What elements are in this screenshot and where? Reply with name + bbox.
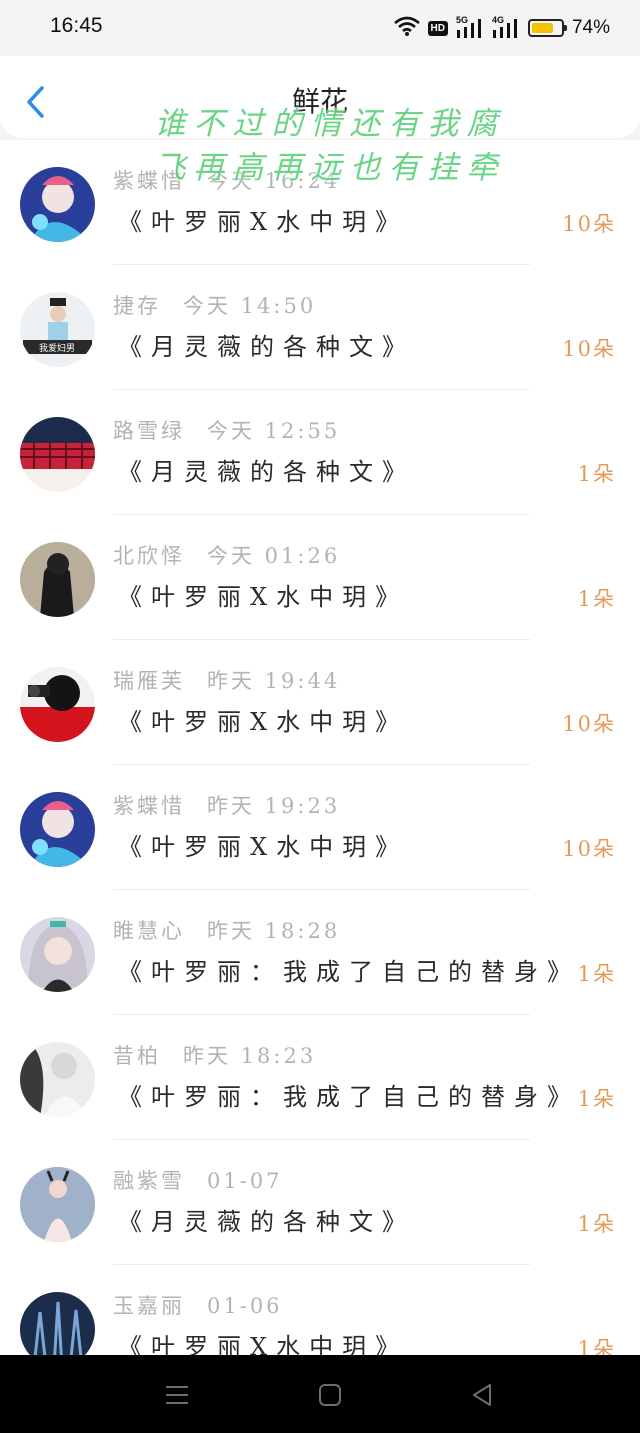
list-item[interactable]: 紫蝶惜 昨天 19:23 《叶罗丽X水中玥》 10朵	[0, 765, 640, 890]
list-item[interactable]: 瑞雁芙 昨天 19:44 《叶罗丽X水中玥》 10朵	[0, 640, 640, 765]
battery-icon	[527, 19, 567, 37]
item-time: 昨天 19:23	[207, 794, 341, 818]
home-icon	[319, 1384, 341, 1406]
item-meta: 紫蝶惜 今天 16:24	[113, 165, 340, 195]
avatar[interactable]	[20, 542, 95, 617]
sender-name: 融紫雪	[113, 1169, 185, 1193]
avatar[interactable]	[20, 1042, 95, 1117]
flower-count: 10朵	[562, 337, 616, 361]
flower-list: 紫蝶惜 今天 16:24 《叶罗丽X水中玥》 10朵 我爱妇男 捷存 今天 14:5…	[0, 140, 640, 1390]
list-item[interactable]: 北欣怿 今天 01:26 《叶罗丽X水中玥》 1朵	[0, 515, 640, 640]
item-time: 今天 01:26	[207, 544, 341, 568]
item-meta: 昔柏 昨天 18:23	[113, 1040, 316, 1070]
flower-count: 10朵	[562, 212, 616, 236]
list-item[interactable]: 路雪绿 今天 12:55 《月灵薇的各种文》 1朵	[0, 390, 640, 515]
avatar[interactable]	[20, 667, 95, 742]
wifi-icon	[393, 16, 420, 40]
sender-name: 昔柏	[113, 1044, 161, 1068]
sender-name: 紫蝶惜	[113, 169, 185, 193]
item-meta: 捷存 今天 14:50	[113, 290, 316, 320]
flower-count: 1朵	[577, 962, 616, 986]
signal-4g-label: 4G	[491, 15, 504, 25]
item-time: 01-06	[207, 1294, 283, 1318]
item-title: 《叶罗丽X水中玥》	[118, 833, 409, 861]
item-time: 昨天 18:28	[207, 919, 341, 943]
item-time: 今天 14:50	[183, 294, 317, 318]
list-item[interactable]: 昔柏 昨天 18:23 《叶罗丽：我成了自己的替身》 1朵	[0, 1015, 640, 1140]
list-item[interactable]: 睢慧心 昨天 18:28 《叶罗丽：我成了自己的替身》 1朵	[0, 890, 640, 1015]
item-title: 《月灵薇的各种文》	[118, 333, 415, 361]
status-bar: 16:45 HD 5G 4G 74%	[0, 0, 640, 56]
avatar-caption: 我爱妇男	[39, 342, 75, 354]
page-title: 鲜花	[291, 85, 348, 118]
avatar[interactable]	[20, 1167, 95, 1242]
item-meta: 玉嘉丽 01-06	[113, 1290, 283, 1320]
back-nav-button[interactable]	[468, 1381, 496, 1409]
list-item[interactable]: 融紫雪 01-07 《月灵薇的各种文》 1朵	[0, 1140, 640, 1265]
avatar[interactable]: 我爱妇男	[20, 292, 95, 367]
signal-4g-icon: 4G	[491, 15, 520, 38]
item-meta: 北欣怿 今天 01:26	[113, 540, 340, 570]
flower-count: 1朵	[577, 1087, 616, 1111]
menu-button[interactable]	[163, 1381, 191, 1409]
sender-name: 睢慧心	[113, 919, 185, 943]
menu-icon	[166, 1386, 188, 1404]
sender-name: 路雪绿	[113, 419, 185, 443]
hd-icon: HD	[427, 20, 448, 36]
status-icons: HD 5G 4G 74%	[393, 14, 610, 42]
item-time: 今天 12:55	[207, 419, 341, 443]
item-meta: 融紫雪 01-07	[113, 1165, 283, 1195]
flower-count: 1朵	[577, 587, 616, 611]
back-icon	[473, 1384, 491, 1406]
sender-name: 玉嘉丽	[113, 1294, 185, 1318]
status-time: 16:45	[50, 14, 103, 37]
item-title: 《月灵薇的各种文》	[118, 458, 415, 486]
item-title: 《叶罗丽：我成了自己的替身》	[118, 1083, 580, 1111]
item-title: 《叶罗丽X水中玥》	[118, 208, 409, 236]
item-meta: 瑞雁芙 昨天 19:44	[113, 665, 340, 695]
avatar[interactable]	[20, 792, 95, 867]
item-time: 01-07	[207, 1169, 283, 1193]
system-nav-bar	[0, 1355, 640, 1433]
signal-5g-label: 5G	[455, 15, 468, 25]
avatar[interactable]	[20, 167, 95, 242]
item-title: 《叶罗丽：我成了自己的替身》	[118, 958, 580, 986]
header: 鲜花	[0, 56, 640, 138]
avatar[interactable]	[20, 417, 95, 492]
item-time: 昨天 18:23	[183, 1044, 317, 1068]
battery-fill	[531, 23, 553, 33]
item-time: 昨天 19:44	[207, 669, 341, 693]
sender-name: 捷存	[113, 294, 161, 318]
sender-name: 紫蝶惜	[113, 794, 185, 818]
item-title: 《叶罗丽X水中玥》	[118, 708, 409, 736]
battery-percent: 74%	[571, 17, 610, 38]
item-time: 今天 16:24	[207, 169, 341, 193]
item-title: 《月灵薇的各种文》	[118, 1208, 415, 1236]
item-meta: 路雪绿 今天 12:55	[113, 415, 340, 445]
sender-name: 瑞雁芙	[113, 669, 185, 693]
item-title: 《叶罗丽X水中玥》	[118, 583, 409, 611]
flower-count: 1朵	[577, 462, 616, 486]
avatar[interactable]	[20, 917, 95, 992]
flower-count: 10朵	[562, 712, 616, 736]
home-button[interactable]	[316, 1381, 344, 1409]
list-item[interactable]: 紫蝶惜 今天 16:24 《叶罗丽X水中玥》 10朵	[0, 140, 640, 265]
flower-count: 1朵	[577, 1212, 616, 1236]
item-meta: 睢慧心 昨天 18:28	[113, 915, 340, 945]
sender-name: 北欣怿	[113, 544, 185, 568]
list-item[interactable]: 我爱妇男 捷存 今天 14:50 《月灵薇的各种文》 10朵	[0, 265, 640, 390]
item-meta: 紫蝶惜 昨天 19:23	[113, 790, 340, 820]
signal-5g-icon: 5G	[455, 15, 484, 38]
flower-count: 10朵	[562, 837, 616, 861]
